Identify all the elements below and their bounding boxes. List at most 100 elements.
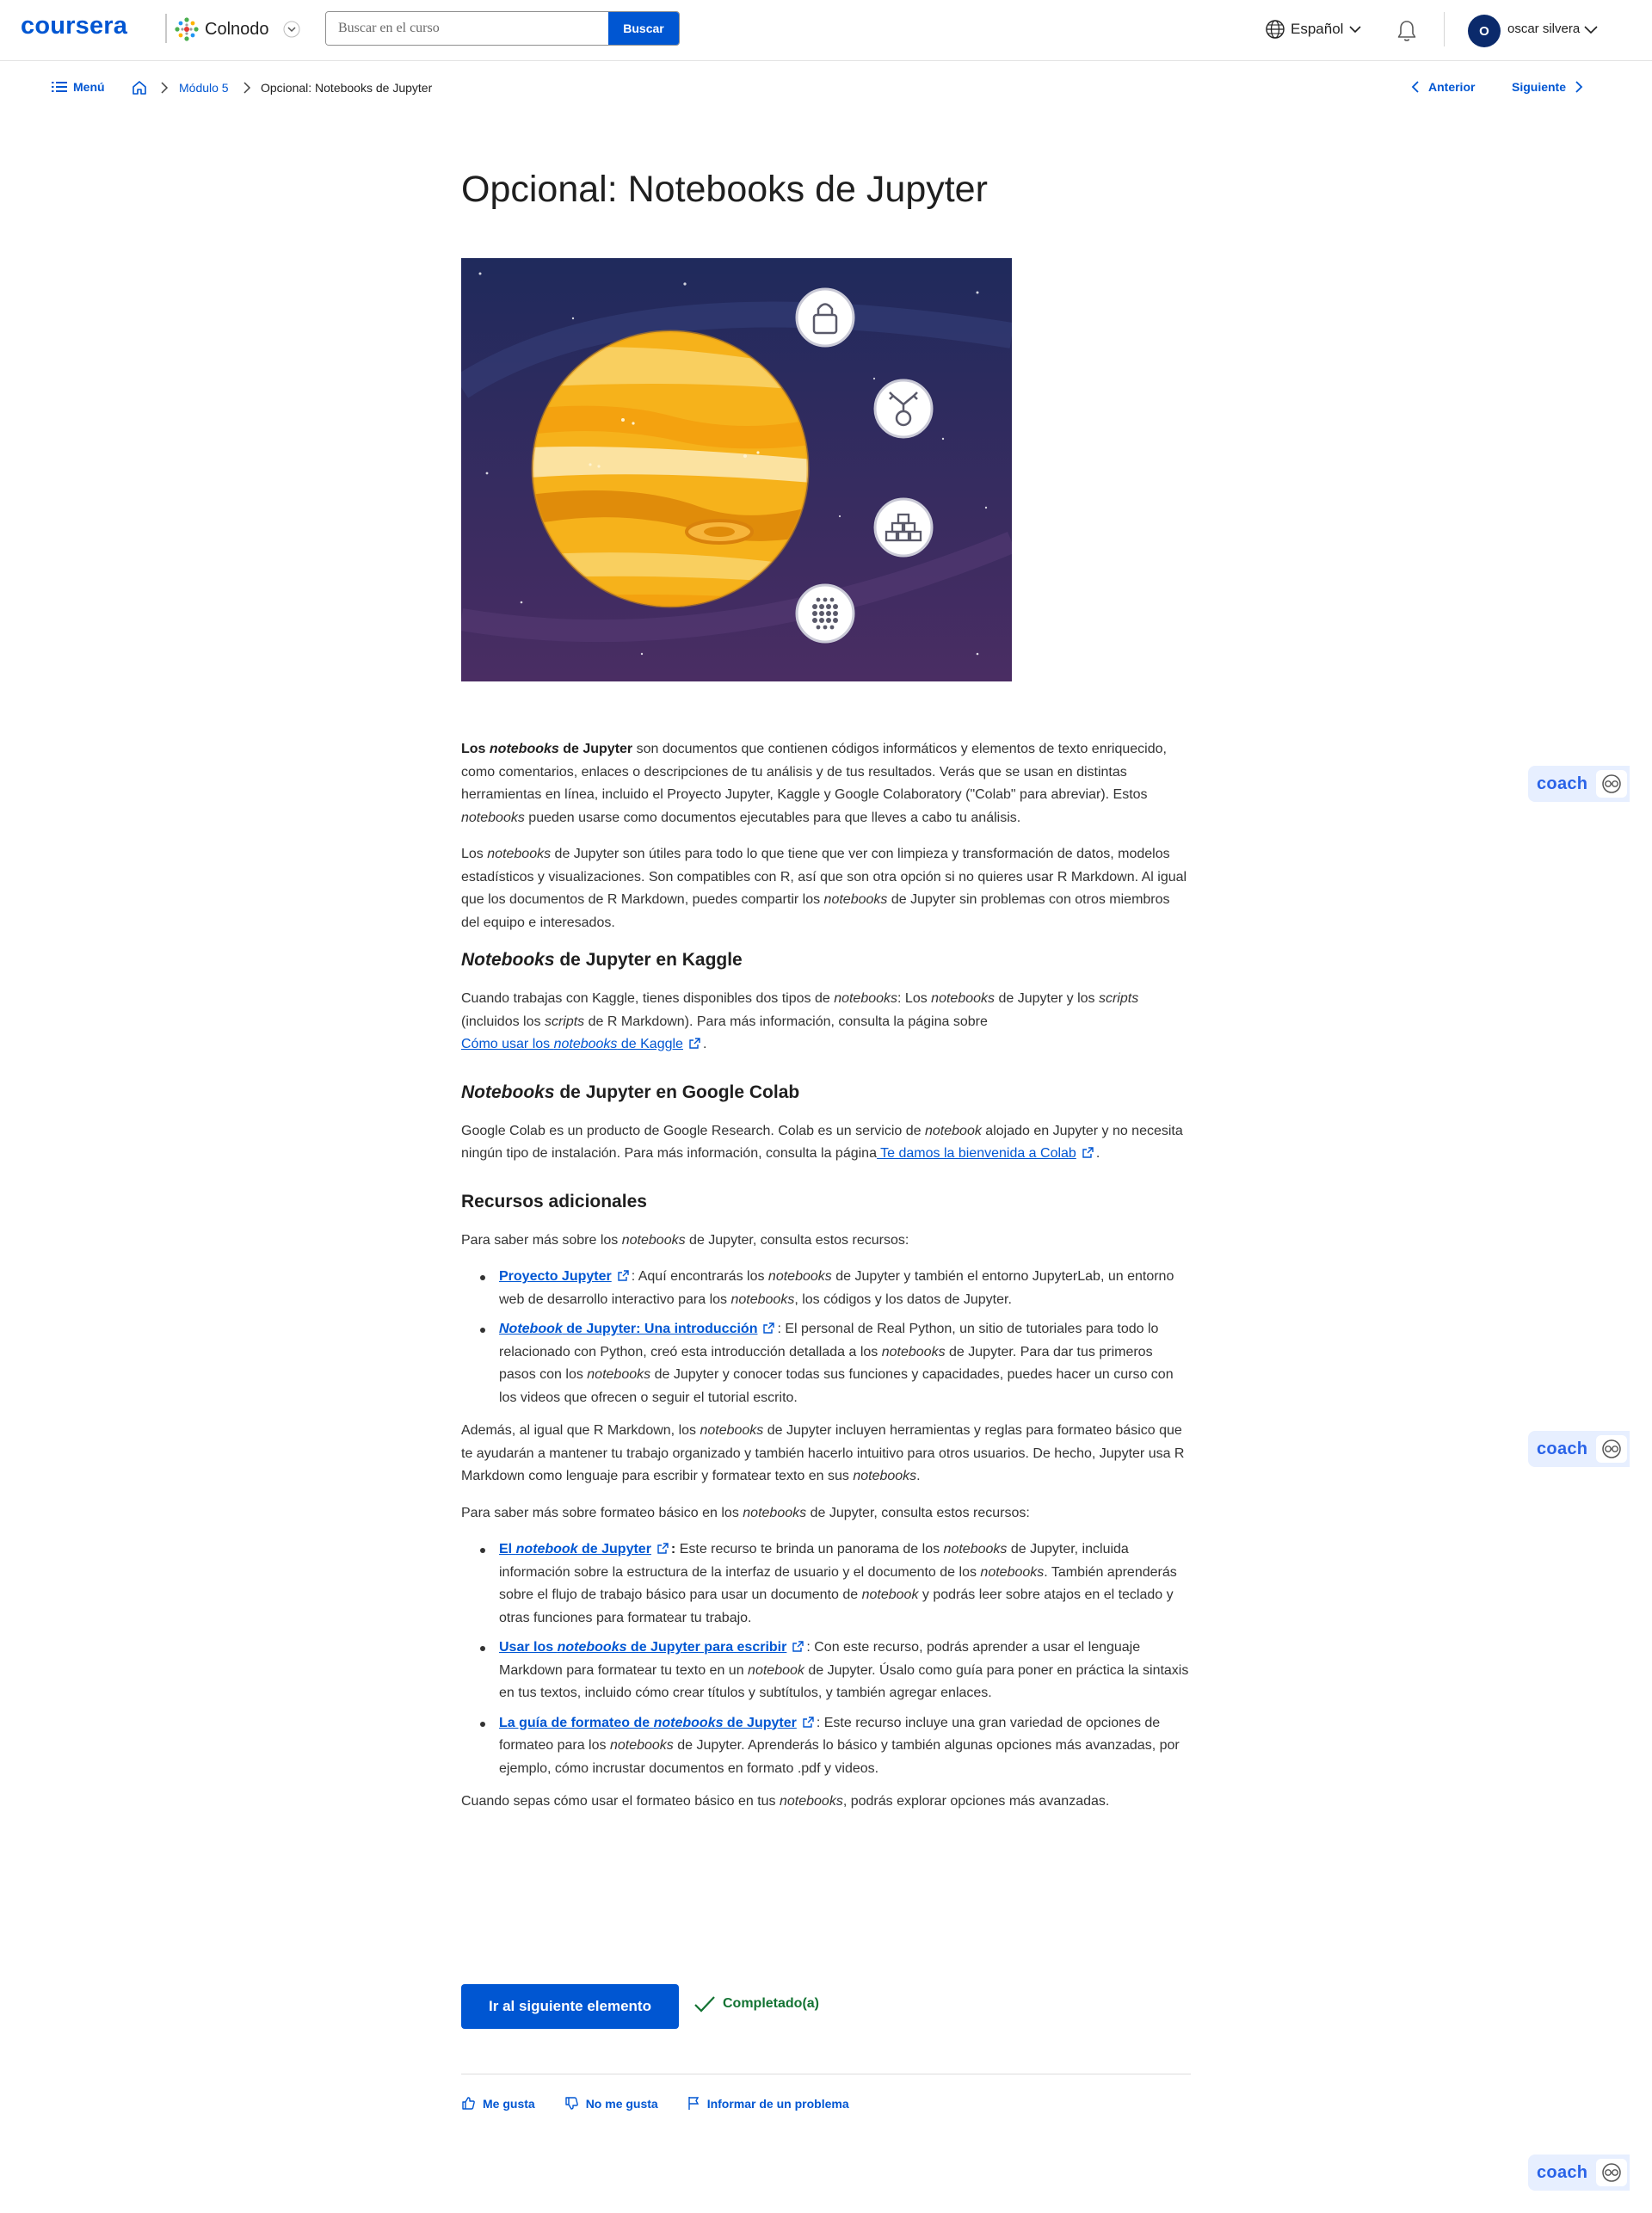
paragraph-formatting-intro: Para saber más sobre formateo básico en … <box>461 1502 1191 1526</box>
go-to-next-item-button[interactable]: Ir al siguiente elemento <box>461 1984 679 2029</box>
text: notebooks <box>557 1640 627 1655</box>
menu-button[interactable]: Menú <box>52 80 105 94</box>
page-header: Opcional: Notebooks de Jupyter <box>461 163 1191 215</box>
text: de Jupyter: Una introducción <box>562 1322 758 1336</box>
chevron-right-icon <box>1575 81 1583 93</box>
text: La guía de formateo de <box>499 1715 654 1730</box>
checkmark-icon <box>694 1996 715 2013</box>
text: Para saber más sobre formateo básico en … <box>461 1505 743 1520</box>
completed-status: Completado(a) <box>693 1994 819 2013</box>
text: , podrás explorar opciones más avanzadas… <box>842 1794 1110 1809</box>
external-link-icon <box>763 1322 775 1334</box>
breadcrumb: Menú Módulo 5 Opcional: Notebooks de Jup… <box>0 76 1652 102</box>
external-link-icon <box>792 1641 804 1652</box>
flag-icon <box>688 2097 699 2110</box>
text: (incluidos los <box>461 1014 545 1029</box>
list-item: Usar los notebooks de Jupyter para escri… <box>480 1637 1191 1705</box>
text: notebooks <box>553 1037 618 1051</box>
breadcrumb-current: Opcional: Notebooks de Jupyter <box>261 81 433 95</box>
notebooks-writing-link[interactable]: Usar los notebooks de Jupyter para escri… <box>499 1640 786 1655</box>
text: de Jupyter y los <box>995 991 1099 1006</box>
text: de Jupyter en Kaggle <box>554 950 743 970</box>
coach-button[interactable]: coach <box>1528 2154 1630 2191</box>
chevron-down-icon[interactable] <box>1583 22 1599 38</box>
text: Además, al igual que R Markdown, los <box>461 1423 700 1438</box>
avatar[interactable]: O <box>1468 15 1501 47</box>
next-button[interactable]: Siguiente <box>1512 80 1583 94</box>
colnodo-logo-icon <box>175 17 199 41</box>
partner-name: Colnodo <box>205 19 269 39</box>
notifications-bell-icon[interactable] <box>1394 18 1420 44</box>
page-title: Opcional: Notebooks de Jupyter <box>461 169 988 210</box>
text: de R Markdown). Para más información, co… <box>584 1014 988 1029</box>
text: scripts <box>1098 991 1139 1006</box>
text: notebooks <box>730 1291 795 1307</box>
text: Cuando trabajas con Kaggle, tienes dispo… <box>461 991 835 1006</box>
text: Este recurso te brinda un panorama de lo… <box>675 1542 944 1556</box>
course-search: Buscar <box>325 11 680 46</box>
dislike-button[interactable]: No me gusta <box>564 2096 658 2111</box>
breadcrumb-module-link[interactable]: Módulo 5 <box>179 81 229 95</box>
external-link-icon <box>618 1270 629 1281</box>
formatting-guide-link[interactable]: La guía de formateo de notebooks de Jupy… <box>499 1716 797 1730</box>
text: notebooks <box>587 1367 651 1382</box>
previous-label: Anterior <box>1428 80 1476 94</box>
coach-button[interactable]: coach <box>1528 1431 1630 1467</box>
chevron-down-icon <box>1349 26 1362 34</box>
text: de Jupyter <box>577 1542 651 1556</box>
coursera-logo[interactable]: coursera <box>21 12 127 40</box>
text: Los <box>461 742 490 756</box>
user-name[interactable]: oscar silvera <box>1507 22 1580 36</box>
heading-resources: Recursos adicionales <box>461 1191 647 1211</box>
search-button[interactable]: Buscar <box>608 12 679 45</box>
home-icon[interactable] <box>131 79 148 96</box>
reading-content: Los notebooks de Jupyter son documentos … <box>461 738 1191 1828</box>
coach-button[interactable]: coach <box>1528 766 1630 802</box>
paragraph-closing: Cuando sepas cómo usar el formateo básic… <box>461 1791 1191 1814</box>
feedback-bar: Me gusta No me gusta Informar de un prob… <box>461 2096 849 2111</box>
text: notebook <box>861 1587 919 1602</box>
report-label: Informar de un problema <box>706 2096 849 2111</box>
colab-welcome-link[interactable]: Te damos la bienvenida a Colab <box>877 1146 1076 1161</box>
thumbs-up-icon <box>462 2097 475 2110</box>
text: . <box>702 1037 707 1051</box>
logo-divider <box>165 14 167 43</box>
kaggle-notebooks-link[interactable]: Cómo usar los notebooks de Kaggle <box>461 1037 683 1051</box>
chevron-down-icon[interactable] <box>283 21 300 38</box>
external-link-icon <box>803 1716 814 1728</box>
jupiter-illustration <box>461 258 1012 681</box>
external-link-icon <box>689 1038 700 1049</box>
text: notebook <box>748 1662 804 1678</box>
search-input[interactable] <box>326 12 608 45</box>
completed-label: Completado(a) <box>723 1996 819 2011</box>
coach-icon <box>1596 770 1628 798</box>
chevron-right-icon <box>161 82 169 94</box>
jupyter-intro-link[interactable]: Notebook de Jupyter: Una introducción <box>499 1322 757 1336</box>
text: notebooks <box>487 847 552 861</box>
text: Notebooks <box>461 1082 555 1102</box>
text: Cómo usar los <box>461 1037 554 1051</box>
text: notebooks <box>881 1344 946 1359</box>
menu-label: Menú <box>73 80 105 94</box>
text: notebooks <box>767 1269 832 1284</box>
jupyter-notebook-link[interactable]: El notebook de Jupyter <box>499 1542 651 1556</box>
like-button[interactable]: Me gusta <box>461 2096 535 2111</box>
previous-button[interactable]: Anterior <box>1411 80 1475 94</box>
language-selector[interactable]: Español <box>1265 19 1362 40</box>
text: Google Colab es un producto de Google Re… <box>461 1123 925 1138</box>
text: notebook <box>515 1542 578 1556</box>
text: notebooks <box>980 1564 1045 1580</box>
jupyter-project-link[interactable]: Proyecto Jupyter <box>499 1269 612 1284</box>
text: . <box>916 1469 921 1483</box>
text: , los códigos y los datos de Jupyter. <box>794 1291 1012 1307</box>
coach-label: coach <box>1537 774 1588 793</box>
text: Notebook <box>499 1322 563 1336</box>
thumbs-down-icon <box>564 2097 578 2110</box>
text: Usar los <box>499 1640 558 1655</box>
coach-label: coach <box>1537 2162 1588 2182</box>
partner-switcher[interactable]: Colnodo <box>174 14 300 45</box>
blocks-icon <box>873 497 934 558</box>
text: notebooks <box>834 991 898 1006</box>
text: Para saber más sobre los <box>461 1232 622 1248</box>
report-problem-button[interactable]: Informar de un problema <box>687 2096 849 2111</box>
